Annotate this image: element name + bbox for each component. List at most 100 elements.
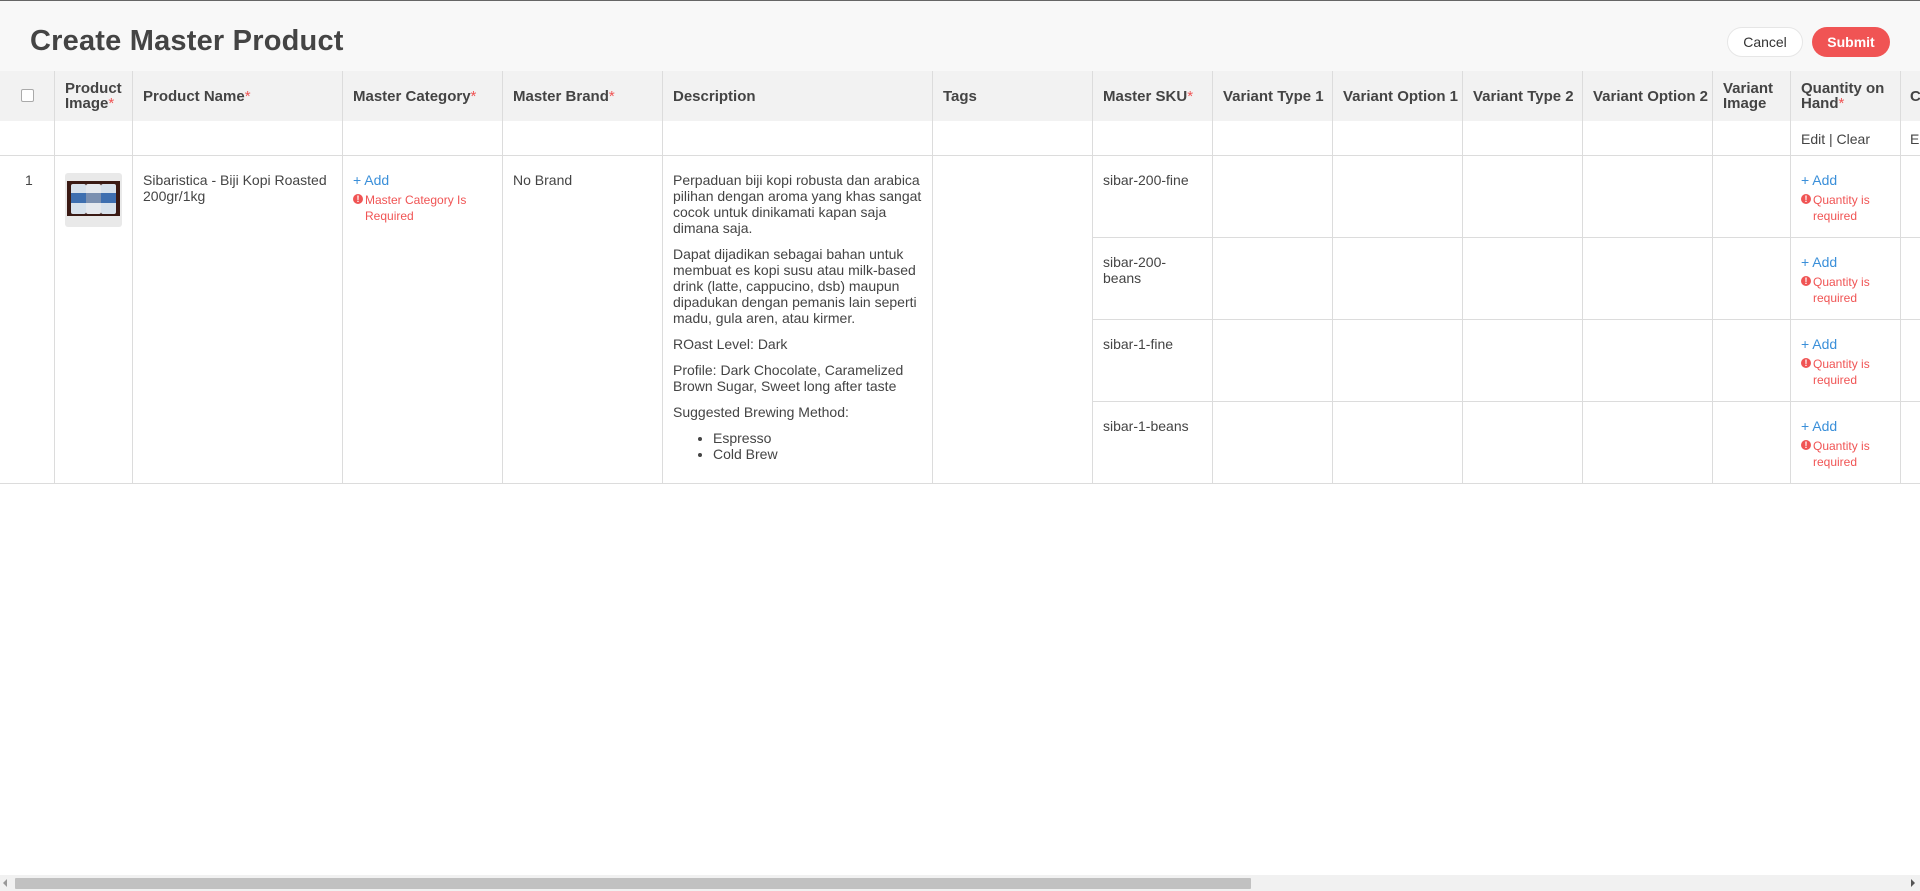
submit-button[interactable]: Submit [1812, 27, 1890, 57]
col-divider [1332, 71, 1333, 484]
scrollbar-thumb[interactable] [15, 878, 1251, 889]
bulk-edit-next-partial[interactable]: E [1910, 131, 1919, 147]
description-paragraph: Profile: Dark Chocolate, Caramelized Bro… [673, 362, 904, 394]
cancel-button[interactable]: Cancel [1727, 27, 1803, 57]
required-mark: * [244, 87, 251, 105]
header-product-name: Product Name * [143, 81, 251, 111]
quantity-error: ! Quantity is required [1801, 356, 1881, 388]
col-divider [1212, 71, 1213, 484]
select-all-checkbox[interactable] [21, 89, 34, 102]
add-quantity-link[interactable]: + Add [1801, 172, 1837, 188]
col-divider [1712, 71, 1713, 484]
header-variant-image: Variant Image [1723, 80, 1774, 112]
error-icon: ! [1801, 194, 1811, 204]
description-paragraph: ROast Level: Dark [673, 336, 788, 352]
description-paragraph: Perpaduan biji kopi robusta dan arabica … [673, 172, 922, 236]
product-table: Product Image* Product Name * Master Cate… [0, 71, 1920, 484]
variant-sku[interactable]: sibar-1-beans [1103, 418, 1203, 434]
page-header: Create Master Product Cancel Submit [0, 1, 1920, 71]
error-text: Quantity is required [1813, 439, 1870, 469]
quantity-error: ! Quantity is required [1801, 192, 1881, 224]
product-image-thumbnail[interactable] [65, 173, 122, 227]
bulk-clear-link[interactable]: Clear [1837, 131, 1870, 147]
list-item: Cold Brew [713, 446, 925, 462]
page-title: Create Master Product [30, 25, 344, 57]
add-label[interactable]: + Add [1801, 418, 1837, 434]
variant-row-divider [1092, 237, 1920, 238]
header-master-sku: Master SKU * [1103, 81, 1193, 111]
variant-row-divider [1092, 401, 1920, 402]
col-divider [132, 71, 133, 484]
description-value[interactable]: Perpaduan biji kopi robusta dan arabica … [673, 172, 925, 462]
required-mark: * [1838, 95, 1845, 112]
error-text: Quantity is required [1813, 193, 1870, 223]
add-quantity-link[interactable]: + Add [1801, 336, 1837, 352]
col-divider [1462, 71, 1463, 484]
table-bottom-border [0, 483, 1920, 484]
variant-sku[interactable]: sibar-200-fine [1103, 172, 1203, 188]
bulk-edit-controls: Edit | Clear [1801, 131, 1870, 147]
category-error: ! Master Category Is Required [353, 192, 483, 224]
product-photo [67, 181, 120, 216]
package-shape [101, 184, 116, 214]
header-label: Master SKU [1103, 87, 1188, 105]
col-divider [1582, 71, 1583, 484]
header-product-image: Product Image* [65, 81, 129, 111]
header-label: Master Category [353, 87, 471, 105]
col-divider [662, 71, 663, 484]
brand-value[interactable]: No Brand [513, 172, 572, 188]
add-label[interactable]: + Add [1801, 254, 1837, 270]
header-next-column-partial: C [1910, 87, 1920, 105]
col-divider [342, 71, 343, 484]
error-text: Master Category Is Required [365, 193, 467, 223]
error-icon: ! [1801, 440, 1811, 450]
header-variant-option-2: Variant Option 2 [1593, 87, 1709, 105]
col-divider [1092, 71, 1093, 484]
bulk-edit-link[interactable]: Edit [1801, 131, 1825, 147]
product-name-value[interactable]: Sibaristica - Biji Kopi Roasted 200gr/1k… [143, 172, 328, 204]
package-shape [86, 184, 101, 214]
header-tags: Tags [943, 87, 977, 105]
required-mark: * [108, 95, 115, 112]
error-icon: ! [353, 194, 363, 204]
variant-row-divider [1092, 319, 1920, 320]
header-variant-type-1: Variant Type 1 [1223, 87, 1324, 105]
header-label: Product Name [143, 87, 245, 105]
header-label: Master Brand [513, 87, 609, 105]
required-mark: * [608, 87, 615, 105]
bulk-edit-row [0, 121, 1920, 156]
variant-sku[interactable]: sibar-1-fine [1103, 336, 1203, 352]
error-icon: ! [1801, 358, 1811, 368]
scroll-right-icon[interactable] [1911, 879, 1915, 887]
error-icon: ! [1801, 276, 1811, 286]
quantity-error: ! Quantity is required [1801, 438, 1881, 470]
description-paragraph: Dapat dijadikan sebagai bahan untuk memb… [673, 246, 917, 326]
col-divider [932, 71, 933, 484]
required-mark: * [1187, 87, 1194, 105]
add-label[interactable]: + Add [1801, 172, 1837, 188]
list-item: Espresso [713, 430, 925, 446]
col-divider [1790, 71, 1791, 484]
add-label[interactable]: + Add [1801, 336, 1837, 352]
description-paragraph: Suggested Brewing Method: [673, 404, 849, 420]
error-text: Quantity is required [1813, 357, 1870, 387]
add-quantity-link[interactable]: + Add [1801, 418, 1837, 434]
add-category-link[interactable]: + Add [353, 172, 389, 188]
col-divider [502, 71, 503, 484]
variant-sku[interactable]: sibar-200-beans [1103, 254, 1183, 286]
add-label[interactable]: + Add [353, 172, 389, 188]
header-variant-option-1: Variant Option 1 [1343, 87, 1459, 105]
quantity-error: ! Quantity is required [1801, 274, 1881, 306]
row-number: 1 [25, 172, 33, 188]
error-text: Quantity is required [1813, 275, 1870, 305]
scroll-left-icon[interactable] [3, 879, 7, 887]
col-divider [54, 71, 55, 484]
header-master-brand: Master Brand * [513, 81, 615, 111]
header-variant-type-2: Variant Type 2 [1473, 87, 1574, 105]
add-quantity-link[interactable]: + Add [1801, 254, 1837, 270]
required-mark: * [470, 87, 477, 105]
col-divider [1900, 71, 1901, 484]
header-quantity-on-hand: Quantity on Hand* [1801, 81, 1897, 111]
brewing-method-list: Espresso Cold Brew [673, 430, 925, 462]
header-description: Description [673, 87, 756, 105]
